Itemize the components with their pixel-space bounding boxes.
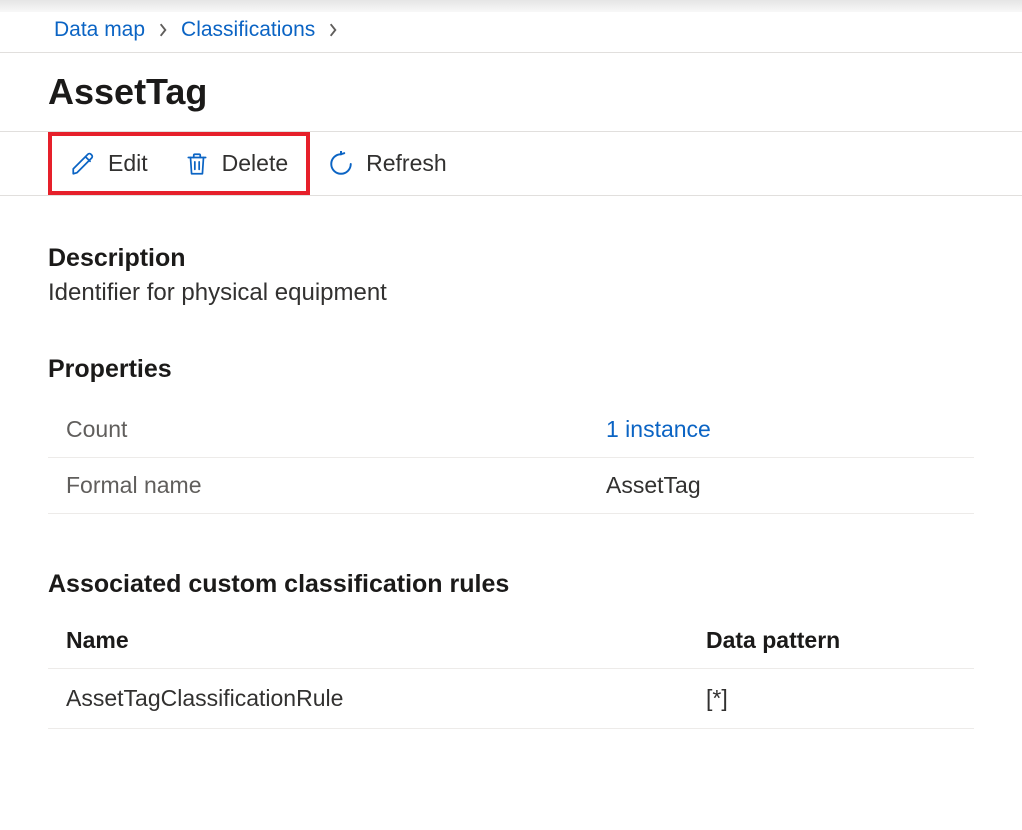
column-header-name[interactable]: Name	[66, 627, 706, 654]
chevron-right-icon	[157, 23, 169, 37]
page-title: AssetTag	[0, 53, 1022, 132]
property-label: Count	[66, 416, 606, 443]
refresh-button[interactable]: Refresh	[310, 136, 465, 191]
delete-icon	[184, 151, 210, 177]
delete-label: Delete	[222, 150, 288, 177]
rule-name: AssetTagClassificationRule	[66, 685, 706, 712]
top-gradient	[0, 0, 1022, 12]
property-row-formal-name: Formal name AssetTag	[48, 458, 974, 514]
breadcrumb-item-classifications[interactable]: Classifications	[181, 18, 315, 42]
description-heading: Description	[48, 244, 974, 273]
property-row-count: Count 1 instance	[48, 402, 974, 458]
highlight-box: Edit Delete	[48, 132, 310, 195]
table-row[interactable]: AssetTagClassificationRule [*]	[48, 669, 974, 729]
property-value-count-link[interactable]: 1 instance	[606, 416, 711, 443]
properties-heading: Properties	[48, 355, 974, 384]
breadcrumb-item-data-map[interactable]: Data map	[54, 18, 145, 42]
delete-button[interactable]: Delete	[166, 136, 306, 191]
toolbar: Edit Delete Refresh	[0, 132, 1022, 196]
content-area: Description Identifier for physical equi…	[0, 196, 1022, 729]
column-header-pattern[interactable]: Data pattern	[706, 627, 840, 654]
edit-icon	[70, 151, 96, 177]
chevron-right-icon	[327, 23, 339, 37]
edit-label: Edit	[108, 150, 148, 177]
table-header: Name Data pattern	[48, 617, 974, 669]
associated-rules-heading: Associated custom classification rules	[48, 570, 974, 599]
description-text: Identifier for physical equipment	[48, 279, 974, 307]
property-label: Formal name	[66, 472, 606, 499]
refresh-icon	[328, 151, 354, 177]
refresh-label: Refresh	[366, 150, 447, 177]
property-value: AssetTag	[606, 472, 701, 499]
breadcrumb: Data map Classifications	[0, 12, 1022, 53]
rule-pattern: [*]	[706, 685, 728, 712]
edit-button[interactable]: Edit	[52, 136, 166, 191]
